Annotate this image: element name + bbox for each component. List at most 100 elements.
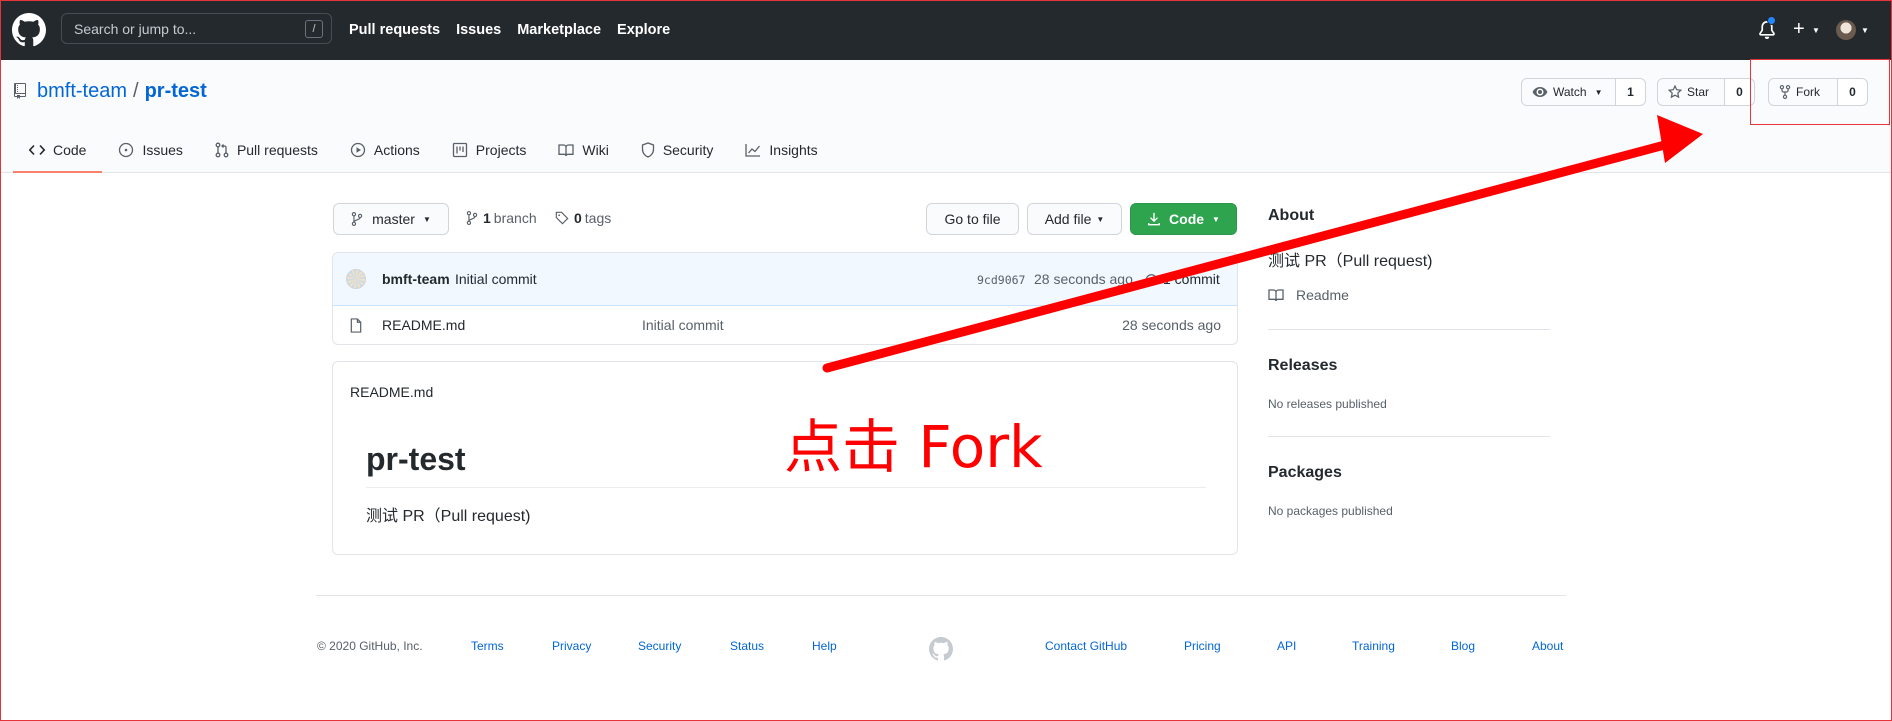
tab-security[interactable]: Security bbox=[625, 128, 730, 173]
footer-link-status[interactable]: Status bbox=[730, 639, 764, 653]
nav-marketplace[interactable]: Marketplace bbox=[517, 22, 601, 38]
create-new-caret-icon[interactable]: ▼ bbox=[1812, 26, 1820, 35]
book-icon bbox=[1268, 289, 1284, 302]
code-download-button[interactable]: Code ▼ bbox=[1130, 203, 1237, 235]
search-input[interactable] bbox=[74, 20, 294, 37]
branch-count: 1 bbox=[483, 210, 491, 226]
code-caret-icon: ▼ bbox=[1212, 214, 1220, 224]
tab-issues[interactable]: Issues bbox=[102, 128, 198, 173]
commit-author-avatar[interactable] bbox=[346, 269, 366, 289]
tab-wiki[interactable]: Wiki bbox=[542, 128, 624, 173]
global-header: / Pull requests Issues Marketplace Explo… bbox=[0, 0, 1892, 60]
shield-icon bbox=[641, 141, 654, 158]
go-to-file-button[interactable]: Go to file bbox=[926, 203, 1019, 235]
tab-actions[interactable]: Actions bbox=[334, 128, 436, 173]
unread-notification-dot bbox=[1767, 16, 1776, 25]
footer-divider bbox=[316, 595, 1566, 596]
tag-count: 0 bbox=[574, 210, 582, 226]
tab-actions-label: Actions bbox=[373, 141, 420, 158]
footer-link-privacy[interactable]: Privacy bbox=[552, 639, 591, 653]
footer-link-training[interactable]: Training bbox=[1352, 639, 1395, 653]
eye-icon bbox=[1532, 87, 1548, 97]
sidebar-divider bbox=[1268, 436, 1550, 437]
github-logo-icon[interactable] bbox=[12, 13, 46, 47]
nav-issues[interactable]: Issues bbox=[456, 22, 501, 38]
footer-link-terms[interactable]: Terms bbox=[471, 639, 504, 653]
nav-explore[interactable]: Explore bbox=[617, 22, 670, 38]
sidebar-divider bbox=[1268, 329, 1550, 330]
footer-link-pricing[interactable]: Pricing bbox=[1184, 639, 1221, 653]
code-button-label: Code bbox=[1169, 211, 1205, 227]
issue-icon bbox=[119, 142, 134, 157]
commit-count-link[interactable]: 1 commit bbox=[1163, 271, 1220, 287]
file-browser: bmft-team Initial commit 9cd9067 28 seco… bbox=[332, 252, 1238, 345]
file-time: 28 seconds ago bbox=[1122, 317, 1221, 333]
tab-insights-label: Insights bbox=[769, 141, 818, 158]
commit-author[interactable]: bmft-team bbox=[382, 271, 450, 287]
user-avatar[interactable] bbox=[1836, 20, 1856, 40]
repo-title: bmft-team / pr-test bbox=[37, 80, 207, 103]
annotation-text: 点击 Fork bbox=[784, 413, 1043, 481]
readme-link[interactable]: Readme bbox=[1268, 287, 1349, 303]
releases-heading[interactable]: Releases bbox=[1268, 357, 1337, 375]
github-footer-logo-icon[interactable] bbox=[929, 637, 953, 661]
footer-copyright: © 2020 GitHub, Inc. bbox=[317, 639, 423, 653]
star-button[interactable]: Star bbox=[1657, 78, 1725, 106]
star-label: Star bbox=[1687, 85, 1710, 99]
about-heading: About bbox=[1268, 207, 1315, 224]
star-count[interactable]: 0 bbox=[1725, 78, 1755, 106]
footer-link-blog[interactable]: Blog bbox=[1451, 639, 1475, 653]
branch-icon bbox=[351, 212, 363, 226]
fork-label: Fork bbox=[1796, 85, 1820, 99]
branch-name: master bbox=[372, 211, 415, 227]
file-name-link[interactable]: README.md bbox=[382, 317, 465, 333]
commit-message[interactable]: Initial commit bbox=[455, 271, 537, 287]
watch-label: Watch bbox=[1553, 85, 1587, 99]
tags-link[interactable]: 0 tags bbox=[555, 210, 611, 226]
watch-count[interactable]: 1 bbox=[1616, 78, 1646, 106]
tab-pull-requests[interactable]: Pull requests bbox=[199, 128, 334, 173]
repo-name-link[interactable]: pr-test bbox=[145, 80, 207, 102]
fork-count[interactable]: 0 bbox=[1838, 78, 1868, 106]
create-new-plus-icon[interactable]: + bbox=[1793, 19, 1805, 39]
user-menu-caret-icon[interactable]: ▼ bbox=[1861, 26, 1869, 35]
tab-pull-requests-label: Pull requests bbox=[236, 141, 318, 158]
file-commit-message[interactable]: Initial commit bbox=[642, 317, 724, 333]
latest-commit-bar: bmft-team Initial commit 9cd9067 28 seco… bbox=[333, 253, 1237, 306]
readme-header: README.md bbox=[350, 384, 434, 400]
history-clock-icon bbox=[1145, 274, 1158, 286]
add-file-caret-icon: ▼ bbox=[1096, 214, 1105, 224]
tag-icon bbox=[555, 211, 569, 225]
watch-button[interactable]: Watch ▼ bbox=[1521, 78, 1616, 106]
add-file-button[interactable]: Add file ▼ bbox=[1027, 203, 1122, 235]
tab-code[interactable]: Code bbox=[13, 128, 103, 173]
branch-icon bbox=[466, 211, 478, 225]
code-icon bbox=[29, 144, 45, 155]
footer-link-security[interactable]: Security bbox=[638, 639, 681, 653]
tag-word: tags bbox=[584, 210, 612, 226]
search-shortcut-hint: / bbox=[305, 20, 323, 38]
packages-heading[interactable]: Packages bbox=[1268, 464, 1342, 482]
tab-security-label: Security bbox=[662, 141, 714, 158]
repo-icon bbox=[14, 83, 26, 99]
commit-sha[interactable]: 9cd9067 bbox=[977, 273, 1025, 287]
graph-icon bbox=[745, 143, 761, 157]
footer-link-about[interactable]: About bbox=[1532, 639, 1563, 653]
branch-select-button[interactable]: master ▼ bbox=[333, 203, 449, 235]
file-row[interactable]: README.md Initial commit 28 seconds ago bbox=[333, 306, 1237, 344]
footer-link-api[interactable]: API bbox=[1277, 639, 1296, 653]
tab-projects[interactable]: Projects bbox=[436, 128, 543, 173]
tab-insights[interactable]: Insights bbox=[729, 128, 833, 173]
tab-code-label: Code bbox=[53, 141, 87, 158]
packages-text: No packages published bbox=[1268, 504, 1393, 518]
commit-time: 28 seconds ago bbox=[1034, 271, 1133, 287]
fork-button[interactable]: Fork bbox=[1768, 78, 1838, 106]
search-box[interactable]: / bbox=[61, 13, 332, 44]
repo-owner-link[interactable]: bmft-team bbox=[37, 80, 127, 102]
repo-nav: Code Issues Pull requests Actions Projec… bbox=[13, 128, 834, 173]
footer-link-contact[interactable]: Contact GitHub bbox=[1045, 639, 1127, 653]
nav-pull-requests[interactable]: Pull requests bbox=[349, 22, 440, 38]
branches-link[interactable]: 1 branch bbox=[466, 210, 537, 226]
download-icon bbox=[1148, 212, 1160, 226]
footer-link-help[interactable]: Help bbox=[812, 639, 837, 653]
